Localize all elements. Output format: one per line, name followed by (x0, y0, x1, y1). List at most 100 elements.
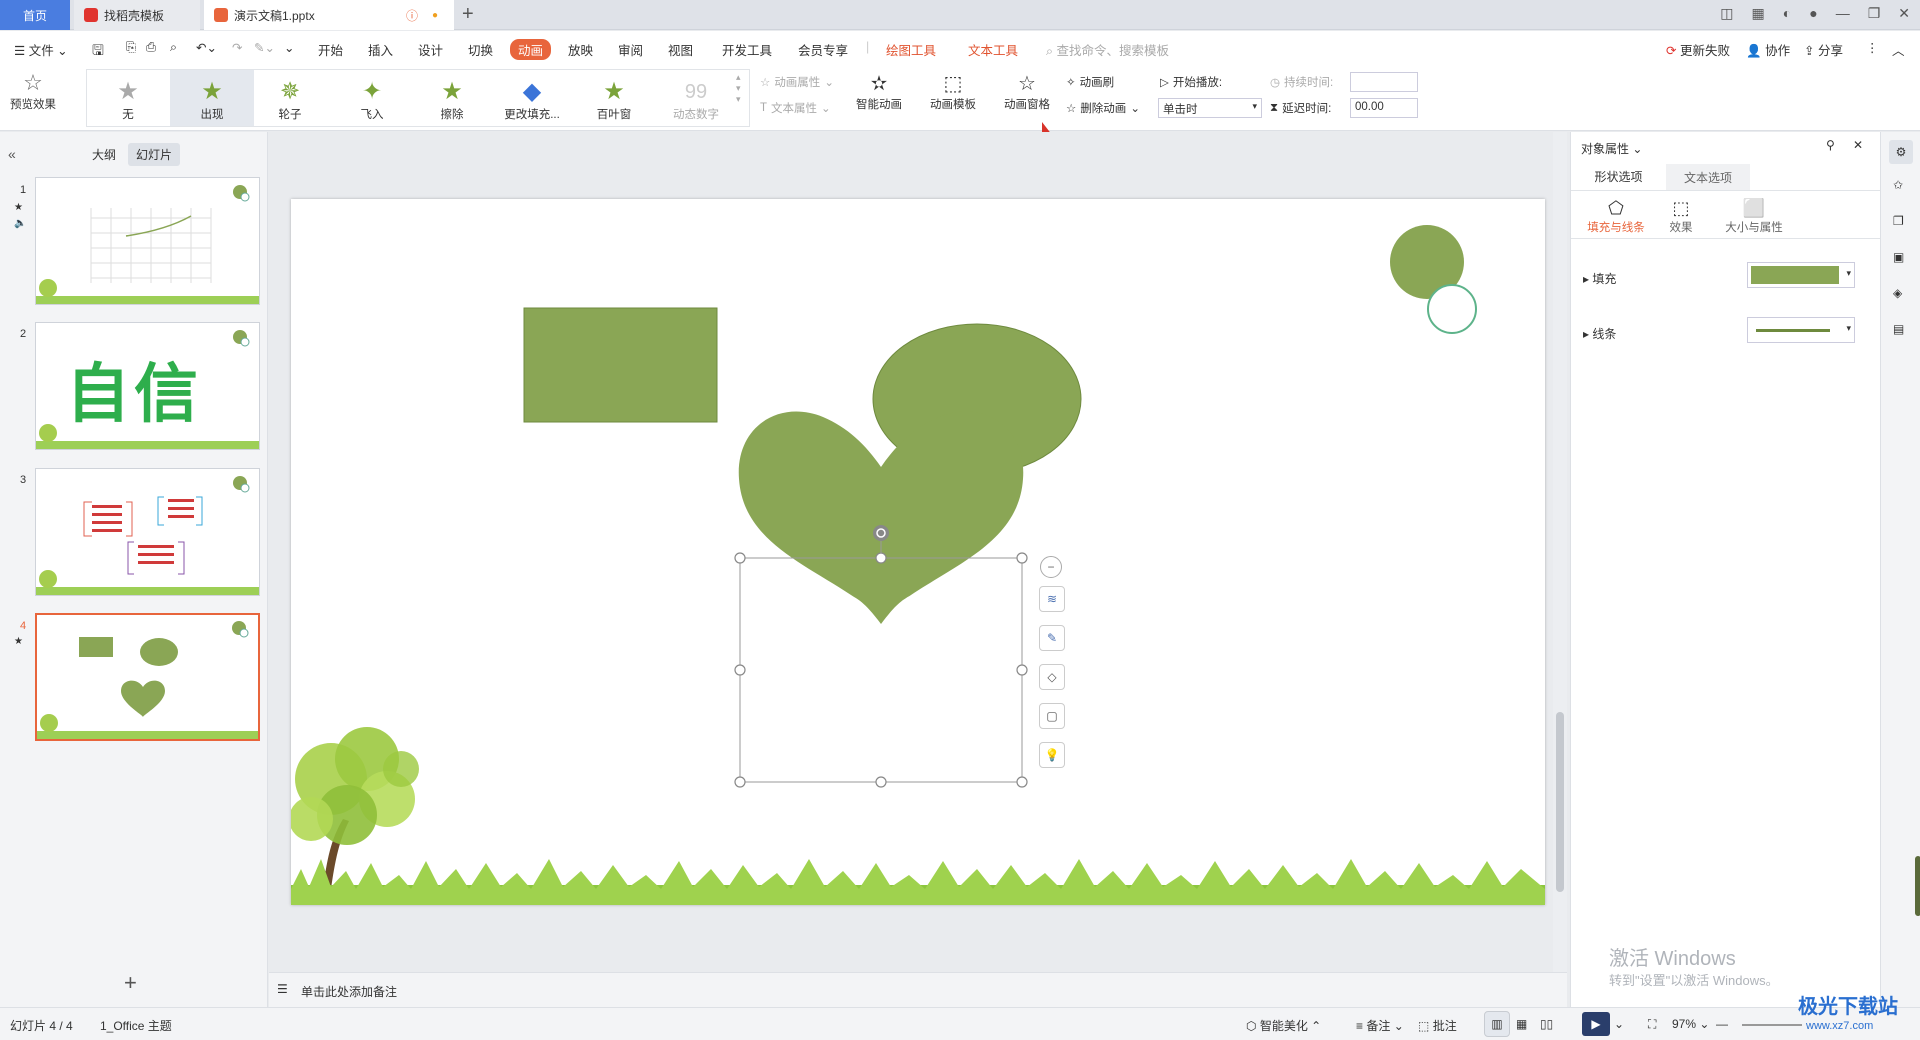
vertical-scrollbar[interactable] (1553, 132, 1567, 972)
minimize-icon[interactable]: — (1836, 5, 1850, 22)
delete-animation-button[interactable]: ☆ 删除动画 ⌄ (1066, 100, 1140, 116)
anim-props-button[interactable]: ☆ 动画属性 ⌄ (760, 74, 834, 90)
subtab-fill-line[interactable]: ⬠ 填充与线条 (1585, 198, 1647, 235)
share-button[interactable]: ⇪ 分享 (1804, 40, 1843, 59)
image-side-icon[interactable]: ▣ (1893, 250, 1904, 264)
fill-bucket-icon[interactable]: ◇ (1039, 664, 1065, 690)
add-slide-button[interactable]: + (124, 970, 137, 996)
menu-member[interactable]: 会员专享 (798, 40, 848, 59)
gallery-blinds[interactable]: ★ 百叶窗 (572, 70, 656, 126)
format-painter-icon[interactable]: ✎⌄ (254, 40, 275, 55)
slide-thumbnail-3[interactable] (35, 468, 260, 596)
grid-apps-icon[interactable]: ▦ (1752, 5, 1765, 22)
collapse-ribbon-icon[interactable]: ︿ (1892, 40, 1905, 59)
menu-developer[interactable]: 开发工具 (722, 40, 772, 59)
duration-input[interactable] (1350, 72, 1418, 92)
fit-window-icon[interactable]: ⛶ (1648, 1017, 1656, 1032)
animation-brush-button[interactable]: ✧ 动画刷 (1066, 74, 1114, 90)
outline-tab[interactable]: 大纲 (92, 146, 116, 163)
slide-canvas[interactable] (289, 199, 1545, 905)
lightbulb-icon[interactable]: 💡 (1039, 742, 1065, 768)
menu-design[interactable]: 设计 (418, 40, 443, 59)
menu-review[interactable]: 审阅 (618, 40, 643, 59)
reading-view-icon[interactable]: ▯▯ (1540, 1017, 1553, 1031)
skin-icon[interactable]: ◐ (1783, 5, 1791, 22)
line-section[interactable]: ▸ 线条 (1583, 325, 1616, 342)
zoom-level[interactable]: 97% ⌄ (1672, 1017, 1709, 1031)
collab-button[interactable]: 👤 协作 (1746, 40, 1790, 59)
book-side-icon[interactable]: ▤ (1893, 322, 1904, 336)
comment-toggle[interactable]: ⬚ 批注 (1418, 1017, 1457, 1034)
panel-title[interactable]: 对象属性 ⌄ (1581, 140, 1642, 157)
collapse-panel-icon[interactable]: « (8, 146, 16, 162)
gallery-scroll[interactable]: ▴ ▾ ▾ (736, 72, 741, 105)
menu-view[interactable]: 视图 (668, 40, 693, 59)
command-search[interactable]: ⌕ 查找命令、搜索模板 (1046, 40, 1169, 59)
collapse-quick-tools-icon[interactable]: − (1040, 556, 1062, 578)
zoom-slider[interactable] (1742, 1024, 1802, 1026)
smart-animation-button[interactable]: ✫ 智能动画 (856, 70, 902, 112)
new-tab-plus-icon[interactable]: + (462, 3, 474, 26)
gallery-appear[interactable]: ★ 出现 (170, 70, 254, 126)
menu-text-tools[interactable]: 文本工具 (968, 40, 1018, 59)
tab-shape-options[interactable]: 形状选项 (1581, 164, 1656, 190)
close-icon[interactable]: ✕ (1898, 5, 1910, 22)
preview-effect-button[interactable]: ☆ 预览效果 (10, 70, 56, 112)
update-status[interactable]: ⟳ 更新失败 (1666, 40, 1730, 59)
file-menu[interactable]: ☰ 文件 ⌄ (14, 40, 68, 59)
layers-icon[interactable]: ≋ (1039, 586, 1065, 612)
menu-start[interactable]: 开始 (318, 40, 343, 59)
menu-drawing-tools[interactable]: 绘图工具 (886, 40, 936, 59)
text-props-button[interactable]: T 文本属性 ⌄ (760, 100, 831, 116)
slide-thumbnail-2[interactable]: 自信 (35, 322, 260, 450)
scrollbar-thumb[interactable] (1556, 712, 1564, 892)
start-play-select[interactable]: 单击时 ▾ (1158, 98, 1262, 118)
menu-transition[interactable]: 切换 (468, 40, 493, 59)
tab-text-options[interactable]: 文本选项 (1666, 164, 1750, 190)
play-options-icon[interactable]: ⌄ (1614, 1017, 1624, 1031)
redo-icon[interactable]: ↷ (232, 40, 242, 55)
slide-thumbnail-4[interactable] (35, 613, 260, 741)
menu-insert[interactable]: 插入 (368, 40, 393, 59)
restore-icon[interactable]: ❐ (1868, 5, 1881, 22)
fill-color-picker[interactable]: ▾ (1747, 262, 1855, 288)
animation-pane-button[interactable]: ☆ 动画窗格 (1004, 70, 1050, 112)
side-handle[interactable] (1915, 856, 1920, 916)
border-icon[interactable]: ▢ (1039, 703, 1065, 729)
subtab-effect[interactable]: ⬚ 效果 (1655, 198, 1707, 235)
smart-beautify-button[interactable]: ⬡ 智能美化 ⌃ (1246, 1017, 1321, 1034)
gallery-none[interactable]: ★ 无 (86, 70, 170, 126)
delay-input[interactable]: 00.00 (1350, 98, 1418, 118)
menu-animation[interactable]: 动画 (510, 39, 552, 60)
slide-transition-side-icon[interactable]: ❐ (1893, 214, 1904, 228)
more-icon[interactable]: ⋮ (1866, 40, 1879, 55)
export-pdf-icon[interactable]: ⎘ (126, 40, 136, 55)
gallery-change-fill[interactable]: ◆ 更改填充... (490, 70, 574, 126)
notes-bar[interactable]: ☰ 单击此处添加备注 (269, 972, 1567, 1007)
menu-slideshow[interactable]: 放映 (568, 40, 593, 59)
quick-access-more-icon[interactable]: ⌄ (284, 40, 294, 55)
location-side-icon[interactable]: ◈ (1893, 286, 1902, 300)
gallery-fly-in[interactable]: ✦ 飞入 (330, 70, 414, 126)
properties-icon[interactable]: ⚙ (1889, 140, 1913, 164)
layout-icon[interactable]: ◫ (1720, 5, 1733, 22)
play-slideshow-icon[interactable]: ▶ (1582, 1012, 1610, 1036)
slide-sorter-icon[interactable]: ▦ (1516, 1017, 1527, 1031)
line-style-picker[interactable]: ▾ (1747, 317, 1855, 343)
pen-icon[interactable]: ✎ (1039, 625, 1065, 651)
print-icon[interactable]: ⎙ (146, 40, 156, 55)
animation-pane-side-icon[interactable]: ✩ (1893, 178, 1903, 192)
subtab-size-props[interactable]: ⬜ 大小与属性 (1719, 198, 1789, 235)
save-icon[interactable]: 🖫 (92, 40, 104, 64)
gallery-wheel[interactable]: ✵ 轮子 (248, 70, 332, 126)
close-panel-icon[interactable]: ✕ (1853, 138, 1863, 152)
slide-thumbnail-1[interactable] (35, 177, 260, 305)
gallery-wipe[interactable]: ★ 擦除 (410, 70, 494, 126)
warning-icon[interactable]: ⓘ (406, 7, 418, 24)
notes-toggle[interactable]: ≡ 备注 ⌄ (1356, 1017, 1404, 1034)
tab-document[interactable]: 演示文稿1.pptx ⓘ ● (204, 0, 454, 30)
gallery-dynamic-number[interactable]: 99 动态数字 (654, 70, 738, 126)
avatar[interactable]: ● (1809, 5, 1817, 22)
animation-template-button[interactable]: ⬚ 动画模板 (930, 70, 976, 112)
fill-section[interactable]: ▸ 填充 (1583, 270, 1616, 287)
